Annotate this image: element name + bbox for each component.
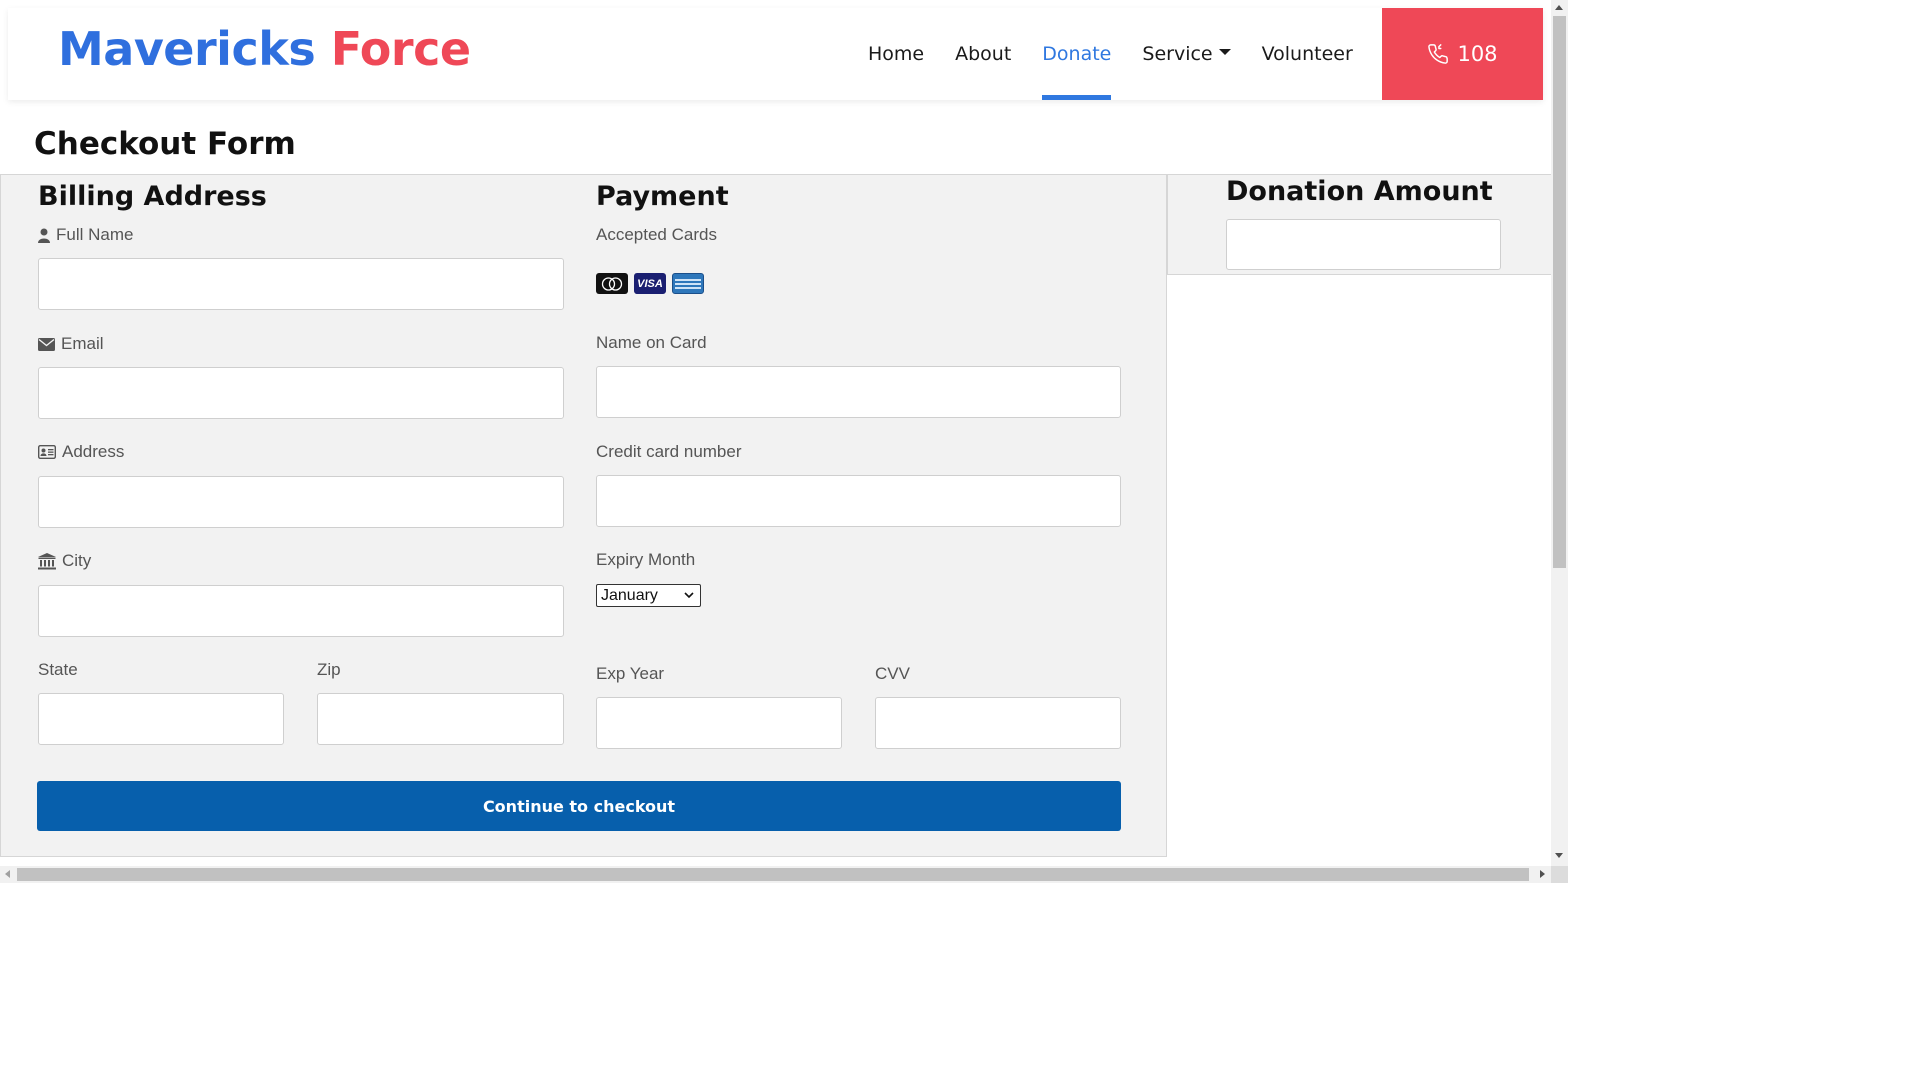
phone-icon — [1428, 44, 1449, 64]
caret-down-icon — [1218, 49, 1231, 55]
scroll-up-icon[interactable] — [1555, 5, 1563, 10]
state-input[interactable] — [38, 693, 284, 745]
nav-donate[interactable]: Donate — [1042, 8, 1112, 100]
accepted-cards: VISA — [596, 273, 704, 294]
page-title: Checkout Form — [34, 126, 296, 162]
address-card-icon — [38, 445, 56, 459]
expiry-month-value: January — [601, 586, 658, 604]
city-label-text: City — [62, 551, 92, 570]
nav-about[interactable]: About — [955, 8, 1011, 100]
full-name-label-text: Full Name — [56, 225, 134, 244]
name-on-card-input[interactable] — [596, 366, 1121, 418]
expiry-month-label: Expiry Month — [596, 550, 696, 569]
donation-heading: Donation Amount — [1226, 176, 1493, 207]
accepted-cards-label: Accepted Cards — [596, 225, 717, 244]
brand-logo[interactable]: Mavericks Force — [58, 22, 471, 76]
address-label: Address — [38, 442, 124, 462]
horizontal-scroll-thumb[interactable] — [17, 868, 1529, 881]
donation-amount-input[interactable] — [1226, 219, 1501, 270]
visa-icon-text: VISA — [637, 277, 663, 290]
card-number-input[interactable] — [596, 475, 1121, 527]
cvv-input[interactable] — [875, 697, 1121, 749]
card-number-label: Credit card number — [596, 442, 742, 461]
billing-heading: Billing Address — [38, 181, 267, 212]
state-label: State — [38, 660, 78, 679]
cvv-label: CVV — [875, 664, 910, 683]
nav-home[interactable]: Home — [868, 8, 924, 100]
full-name-label: Full Name — [38, 225, 133, 245]
envelope-icon — [38, 337, 55, 351]
scrollbar-corner — [1551, 866, 1568, 883]
payment-heading: Payment — [596, 181, 729, 212]
continue-to-checkout-button[interactable]: Continue to checkout — [37, 781, 1121, 831]
name-on-card-label: Name on Card — [596, 333, 707, 352]
nav-volunteer[interactable]: Volunteer — [1262, 8, 1353, 100]
email-label: Email — [38, 334, 104, 354]
exp-year-input[interactable] — [596, 697, 842, 749]
scroll-down-icon[interactable] — [1555, 853, 1563, 858]
email-input[interactable] — [38, 367, 564, 419]
visa-icon: VISA — [634, 273, 666, 294]
city-input[interactable] — [38, 585, 564, 637]
address-label-text: Address — [62, 442, 125, 461]
chevron-down-icon — [684, 592, 694, 599]
scroll-right-icon[interactable] — [1540, 870, 1545, 878]
call-number: 108 — [1457, 42, 1498, 66]
vertical-scroll-thumb[interactable] — [1553, 16, 1566, 568]
user-icon — [38, 228, 50, 243]
nav-service[interactable]: Service — [1142, 8, 1231, 100]
call-button[interactable]: 108 — [1382, 8, 1543, 100]
full-name-input[interactable] — [38, 258, 564, 310]
email-label-text: Email — [61, 334, 104, 353]
zip-label: Zip — [317, 660, 341, 679]
nav-service-label: Service — [1142, 43, 1213, 65]
zip-input[interactable] — [317, 693, 564, 745]
amex-icon — [672, 273, 704, 294]
address-input[interactable] — [38, 476, 564, 528]
institution-icon — [38, 552, 56, 569]
brand-part-1: Mavericks — [58, 22, 316, 76]
nav-links: Home About Donate Service Volunteer — [868, 8, 1384, 100]
exp-year-label: Exp Year — [596, 664, 665, 683]
expiry-month-select[interactable]: January — [596, 584, 701, 607]
navbar: Mavericks Force Home About Donate Servic… — [8, 8, 1543, 100]
mastercard-icon — [596, 273, 628, 294]
city-label: City — [38, 551, 91, 571]
brand-part-2: Force — [330, 22, 471, 76]
scroll-left-icon[interactable] — [5, 870, 10, 878]
